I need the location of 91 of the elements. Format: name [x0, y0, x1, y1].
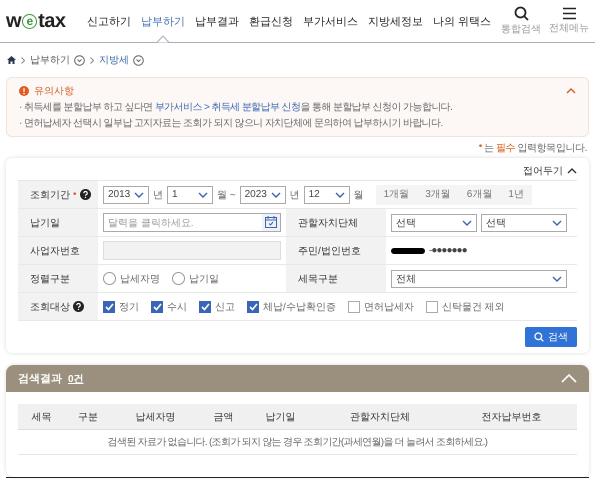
column-header: 납기일: [246, 404, 314, 430]
chevron-down-icon: [334, 192, 345, 198]
period-preset-button[interactable]: 3개월: [417, 184, 459, 204]
empty-message: 검색된 자료가 없습니다. (조회가 되지 않는 경우 조회기간(과세연월)을 더 늘려서 조회하세요.): [18, 430, 577, 454]
help-icon[interactable]: [80, 189, 91, 200]
help-icon[interactable]: [73, 301, 84, 312]
notice-text: · 취득세를 분할납부 하고 싶다면 부가서비스 > 취득세 분할납부 신청을 통해 분할납부 신청이 가능합니다.: [19, 101, 454, 114]
collapse-icon: [567, 168, 577, 174]
chevron-right-icon: [90, 56, 94, 64]
radio-button[interactable]: [103, 272, 116, 285]
notice-title: 유의사항: [34, 85, 74, 98]
nav-tab[interactable]: 납부하기: [140, 0, 185, 42]
nav-tab[interactable]: 부가서비스: [302, 0, 358, 42]
nav-tab[interactable]: 납부결과: [194, 0, 239, 42]
select-field[interactable]: 12: [304, 186, 350, 204]
select-field[interactable]: 2013: [103, 186, 149, 204]
period-preset-button[interactable]: 6개월: [458, 184, 500, 204]
collapse-icon: [566, 88, 576, 94]
breadcrumb-link[interactable]: 지방세: [99, 53, 129, 67]
period-preset-button[interactable]: 1개월: [376, 184, 418, 204]
home-icon[interactable]: [7, 56, 16, 64]
collapse-icon[interactable]: [561, 374, 577, 383]
field-label: 사업자번호: [30, 244, 80, 258]
chevron-right-icon: [21, 56, 25, 64]
unit-label: 월 ~: [217, 188, 236, 202]
checkbox-label: 수시: [167, 300, 187, 314]
field-label: 조회대상: [30, 300, 70, 314]
field-label: 정렬구분: [30, 272, 70, 286]
select-field[interactable]: 선택: [481, 214, 567, 232]
required-note: 는 필수 입력항목입니다.: [484, 142, 587, 155]
select-field[interactable]: 2023: [240, 186, 286, 204]
chevron-down-icon: [198, 192, 208, 198]
field-label: 관할자치단체: [298, 216, 358, 230]
chevron-down-icon: [462, 220, 472, 226]
menu-icon: [562, 7, 576, 20]
radio-label: 납세자명: [120, 272, 160, 286]
checkbox-label: 신고: [215, 300, 235, 314]
checkbox[interactable]: [151, 300, 163, 312]
checkbox[interactable]: [426, 300, 438, 312]
checkbox[interactable]: [348, 300, 360, 312]
nav-tab[interactable]: 나의 위택스: [432, 0, 491, 42]
nav-tab[interactable]: 신고하기: [86, 0, 131, 42]
unit-label: 월: [354, 188, 364, 202]
result-count: 0건: [68, 372, 84, 386]
field-label: 조회기간: [30, 188, 70, 202]
select-field[interactable]: 1: [167, 186, 213, 204]
alert-icon: [19, 86, 29, 96]
unit-label: 년: [153, 188, 163, 202]
unit-label: 년: [290, 188, 300, 202]
search-button[interactable]: 검색: [525, 327, 577, 347]
search-icon: [514, 6, 528, 21]
nav-tab[interactable]: 환급신청: [248, 0, 293, 42]
checkbox-label: 체납/수납확인증: [263, 300, 336, 314]
checkbox-label: 신탁물건 제외: [442, 300, 505, 314]
search-icon: [534, 332, 544, 342]
chevron-down-icon: [552, 276, 562, 282]
breadcrumb-link[interactable]: 납부하기: [30, 53, 70, 67]
field-label: 세목구분: [298, 272, 338, 286]
chevron-down-icon: [270, 192, 281, 198]
masked-number: -●●●●●●●: [429, 245, 467, 256]
checkbox[interactable]: [247, 300, 259, 312]
checkbox-label: 정기: [119, 300, 139, 314]
required-mark: •: [73, 189, 77, 200]
period-preset-button[interactable]: 1년: [500, 184, 532, 204]
column-header: 관할자치단체: [314, 404, 446, 430]
column-header: 납세자명: [111, 404, 200, 430]
chevron-down-icon: [134, 192, 144, 198]
checkbox-label: 면허납세자: [364, 300, 414, 314]
field-label: 납기일: [30, 216, 60, 230]
required-mark: •: [478, 141, 482, 154]
column-header: 구분: [64, 404, 112, 430]
redaction-bar: [391, 248, 425, 254]
calendar-icon[interactable]: [262, 214, 280, 231]
checkbox[interactable]: [103, 300, 115, 312]
column-header: 금액: [200, 404, 247, 430]
chevron-down-icon: [552, 220, 562, 226]
radio-label: 납기일: [189, 272, 219, 286]
column-header: 세목: [18, 404, 65, 430]
dropdown-icon[interactable]: [133, 54, 144, 66]
select-field[interactable]: 선택: [391, 214, 477, 232]
notice-text: · 면허납세자 선택시 일부납 고지자료는 조회가 되지 않으니 자치단체에 문의하여 납부하시기 바랍니다.: [19, 117, 444, 130]
radio-button[interactable]: [172, 272, 185, 285]
nav-tab[interactable]: 지방세정보: [368, 0, 423, 42]
select-field[interactable]: 전체: [391, 270, 567, 288]
collapse-button[interactable]: 접어두기: [523, 164, 577, 178]
input-field[interactable]: [103, 241, 281, 260]
checkbox[interactable]: [199, 300, 211, 312]
column-header: 전자납부번호: [446, 404, 577, 430]
dropdown-icon[interactable]: [74, 54, 85, 66]
field-label: 주민/법인번호: [298, 244, 361, 258]
results-title: 검색결과: [18, 372, 62, 386]
